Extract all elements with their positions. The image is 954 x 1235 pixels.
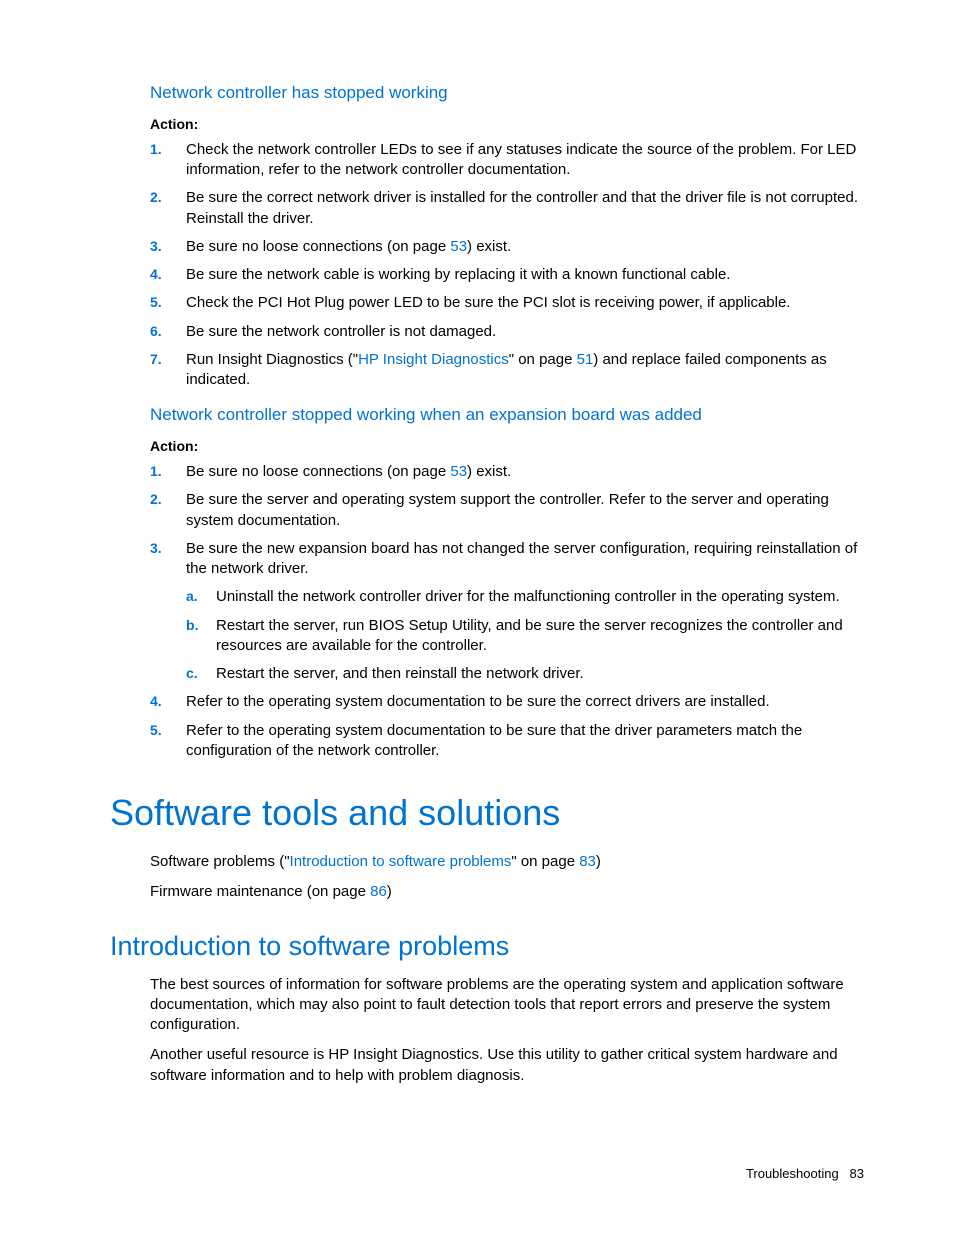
sub-list-item: Uninstall the network controller driver … (186, 587, 864, 607)
list-item: Refer to the operating system documentat… (150, 721, 864, 762)
text: " on page (511, 853, 579, 870)
list-item: Be sure the network cable is working by … (150, 265, 864, 285)
list-item: Be sure no loose connections (on page 53… (150, 237, 864, 257)
page-link[interactable]: 86 (370, 883, 387, 900)
text: ) exist. (467, 463, 511, 480)
page-link[interactable]: 83 (579, 853, 596, 870)
heading-network-expansion: Network controller stopped working when … (150, 404, 864, 427)
page-link[interactable]: 53 (450, 238, 467, 255)
page-footer: Troubleshooting 83 (746, 1165, 864, 1183)
intro-para-2: Another useful resource is HP Insight Di… (150, 1045, 864, 1086)
text: ) exist. (467, 238, 511, 255)
list-item: Be sure the server and operating system … (150, 490, 864, 531)
page-link[interactable]: 51 (577, 351, 594, 368)
text: Software problems (" (150, 853, 290, 870)
list-item: Be sure the correct network driver is in… (150, 188, 864, 229)
page-link[interactable]: 53 (450, 463, 467, 480)
list-item: Check the PCI Hot Plug power LED to be s… (150, 293, 864, 313)
heading-software-tools: Software tools and solutions (110, 789, 864, 838)
sub-list: Uninstall the network controller driver … (186, 587, 864, 684)
action-label-2: Action: (150, 437, 864, 456)
firmware-ref: Firmware maintenance (on page 86) (150, 882, 864, 902)
intro-para-1: The best sources of information for soft… (150, 975, 864, 1036)
list-item: Refer to the operating system documentat… (150, 692, 864, 712)
text: Be sure the new expansion board has not … (186, 540, 857, 577)
heading-intro-software: Introduction to software problems (110, 928, 864, 964)
action-text: Action (150, 438, 194, 454)
footer-page-number: 83 (850, 1166, 864, 1181)
list-item: Be sure the network controller is not da… (150, 322, 864, 342)
list-item: Run Insight Diagnostics ("HP Insight Dia… (150, 350, 864, 391)
cross-ref-link[interactable]: HP Insight Diagnostics (358, 351, 509, 368)
text: Be sure no loose connections (on page (186, 463, 450, 480)
sub-list-item: Restart the server, and then reinstall t… (186, 664, 864, 684)
action-list-2: Be sure no loose connections (on page 53… (150, 462, 864, 761)
text: " on page (509, 351, 577, 368)
sub-list-item: Restart the server, run BIOS Setup Utili… (186, 616, 864, 657)
list-item: Be sure the new expansion board has not … (150, 539, 864, 685)
text: Run Insight Diagnostics (" (186, 351, 358, 368)
action-list-1: Check the network controller LEDs to see… (150, 140, 864, 391)
list-item: Check the network controller LEDs to see… (150, 140, 864, 181)
text: ) (596, 853, 601, 870)
list-item: Be sure no loose connections (on page 53… (150, 462, 864, 482)
footer-section: Troubleshooting (746, 1166, 839, 1181)
action-text: Action (150, 116, 194, 132)
action-label-1: Action: (150, 115, 864, 134)
cross-ref-link[interactable]: Introduction to software problems (290, 853, 512, 870)
text: ) (387, 883, 392, 900)
software-problems-ref: Software problems ("Introduction to soft… (150, 852, 864, 872)
heading-network-stopped: Network controller has stopped working (150, 82, 864, 105)
text: Firmware maintenance (on page (150, 883, 370, 900)
text: Be sure no loose connections (on page (186, 238, 450, 255)
